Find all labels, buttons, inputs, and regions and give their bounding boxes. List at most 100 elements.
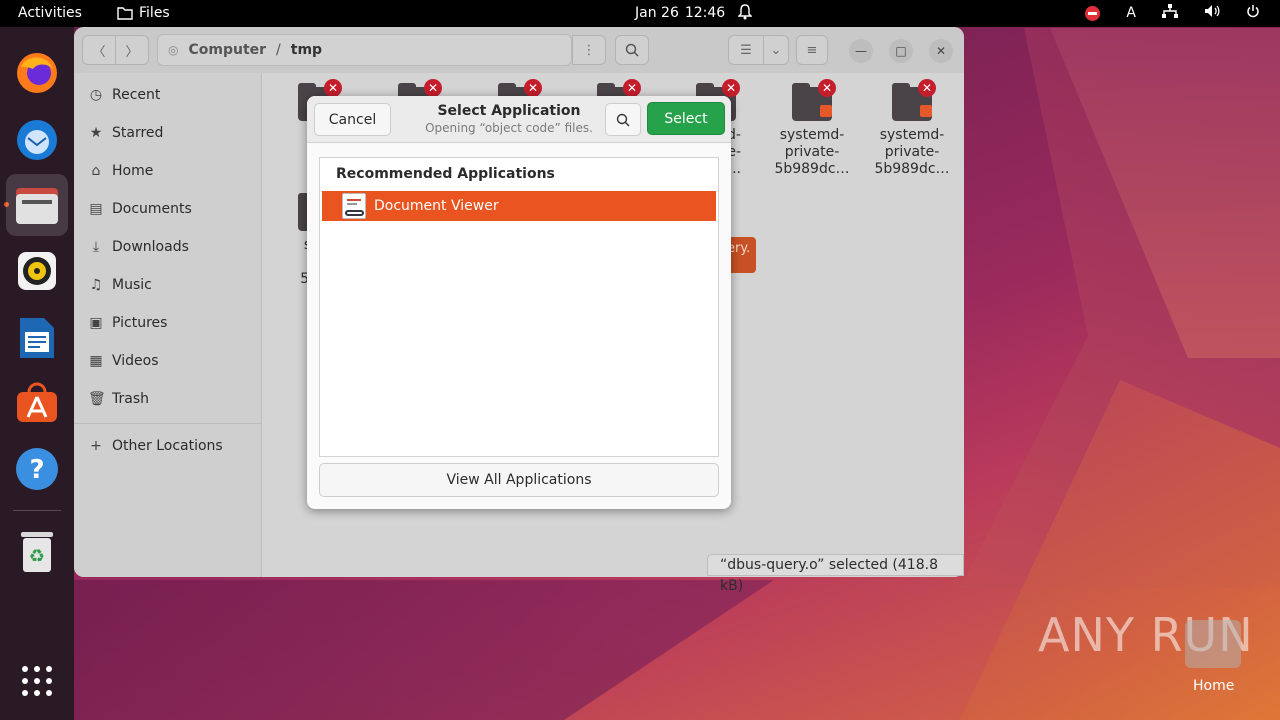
app-name: Document Viewer	[374, 198, 499, 214]
dialog-title: Select Application	[437, 103, 581, 119]
show-apps-icon[interactable]	[13, 657, 61, 705]
sidebar-item-pictures[interactable]: ▣ Pictures	[88, 315, 167, 331]
rhythmbox-icon[interactable]	[13, 247, 61, 295]
sidebar-item-starred[interactable]: ★ Starred	[88, 125, 164, 141]
files-header-bar: 〈 〉 ◎ Computer / tmp ⋮ ☰ ⌄ ≡ — □ ✕	[74, 27, 964, 73]
kebab-menu-icon: ⋮	[582, 42, 596, 58]
search-button[interactable]	[615, 35, 649, 65]
sidebar-item-label: Documents	[112, 201, 192, 217]
app-name: Files	[139, 5, 170, 21]
maximize-button[interactable]: □	[889, 39, 913, 63]
file-name: private-	[784, 144, 840, 160]
view-options-button[interactable]: ⌄	[763, 35, 789, 65]
minimize-button[interactable]: —	[849, 39, 873, 63]
file-item[interactable]: ✕ systemd- private- 5b989dc…	[767, 79, 857, 178]
maximize-icon: □	[895, 44, 907, 58]
disk-icon: ◎	[168, 43, 179, 57]
dock-separator	[13, 510, 61, 511]
path-segment-computer[interactable]: Computer	[188, 42, 266, 58]
help-icon[interactable]: ?	[13, 445, 61, 493]
picture-icon: ▣	[89, 315, 103, 331]
download-icon: ⤓	[92, 239, 100, 255]
home-folder-desktop-icon[interactable]	[1185, 620, 1241, 668]
sidebar-item-label: Videos	[112, 353, 159, 369]
svg-text:?: ?	[29, 455, 44, 485]
libreoffice-writer-icon[interactable]	[13, 314, 61, 362]
sidebar-separator	[74, 423, 262, 424]
close-icon: ✕	[935, 44, 947, 58]
trash-icon[interactable]: ♻	[13, 527, 61, 575]
path-separator: /	[276, 42, 281, 58]
sidebar-item-trash[interactable]: 🗑 Trash	[88, 391, 149, 407]
file-item[interactable]: ✕ systemd- private- 5b989dc…	[867, 79, 957, 178]
file-name: systemd-	[879, 127, 945, 143]
app-row-document-viewer[interactable]: Document Viewer	[322, 191, 716, 221]
select-button[interactable]: Select	[647, 102, 725, 135]
clock-time: 12:46	[684, 5, 726, 21]
system-tray[interactable]: A	[1085, 4, 1260, 22]
places-sidebar: ◷ Recent ★ Starred ⌂ Home ▤ Documents ⤓ Downl…	[74, 73, 262, 577]
minimize-icon: —	[855, 44, 867, 58]
sidebar-item-label: Other Locations	[112, 438, 223, 454]
volume-icon	[1204, 4, 1220, 22]
sidebar-item-videos[interactable]: ▦ Videos	[88, 353, 159, 369]
firefox-icon[interactable]	[13, 49, 61, 97]
sidebar-item-recent[interactable]: ◷ Recent	[88, 87, 161, 103]
clock[interactable]: Jan 26 12:46	[635, 5, 725, 21]
forward-button[interactable]: 〉	[115, 35, 149, 65]
search-icon	[616, 113, 630, 126]
chevron-down-icon: ⌄	[770, 42, 782, 58]
view-all-applications-button[interactable]: View All Applications	[319, 463, 719, 497]
list-view-icon: ☰	[740, 42, 752, 58]
sidebar-item-downloads[interactable]: ⤓ Downloads	[88, 239, 189, 255]
sidebar-item-label: Downloads	[112, 239, 189, 255]
folder-icon	[117, 7, 133, 20]
search-button[interactable]	[605, 103, 641, 136]
sidebar-item-label: Trash	[112, 391, 149, 407]
back-button[interactable]: 〈	[82, 35, 116, 65]
keyboard-layout-indicator[interactable]: A	[1126, 5, 1136, 21]
network-icon	[1162, 4, 1178, 22]
sidebar-item-label: Music	[112, 277, 152, 293]
sidebar-item-music[interactable]: ♫ Music	[88, 277, 152, 293]
files-icon[interactable]	[6, 174, 68, 236]
wallpaper-shape	[74, 580, 774, 720]
locked-folder-icon: ✕	[892, 79, 936, 121]
path-segment-tmp[interactable]: tmp	[291, 42, 322, 58]
view-list-button[interactable]: ☰	[728, 35, 764, 65]
dock: ? ♻	[0, 27, 74, 720]
app-center-icon[interactable]	[13, 378, 61, 426]
search-icon	[625, 43, 639, 57]
file-name: 5b989dc…	[874, 161, 950, 177]
home-icon: ⌂	[91, 163, 101, 179]
path-menu-button[interactable]: ⋮	[572, 35, 606, 65]
document-viewer-icon	[342, 193, 366, 219]
clock-icon: ◷	[89, 87, 103, 103]
top-bar: Activities Files Jan 26 12:46 A	[0, 0, 1280, 27]
sidebar-item-other-locations[interactable]: + Other Locations	[88, 438, 223, 454]
video-icon: ▦	[89, 353, 103, 369]
path-bar[interactable]: ◎ Computer / tmp	[157, 34, 572, 66]
sidebar-item-home[interactable]: ⌂ Home	[88, 163, 154, 179]
do-not-disturb-icon	[1085, 5, 1101, 21]
svg-text:♻: ♻	[29, 546, 45, 567]
file-name: 5b989dc…	[774, 161, 850, 177]
activities-button[interactable]: Activities	[18, 5, 82, 21]
app-menu[interactable]: Files	[117, 5, 170, 21]
dialog-header: Cancel Select Application Opening “objec…	[307, 96, 731, 143]
chevron-left-icon: 〈	[92, 44, 106, 60]
thunderbird-icon[interactable]	[13, 115, 61, 163]
cancel-button[interactable]: Cancel	[314, 103, 391, 136]
hamburger-icon: ≡	[806, 42, 818, 58]
sidebar-item-label: Recent	[112, 87, 161, 103]
main-menu-button[interactable]: ≡	[796, 35, 828, 65]
file-name: systemd-	[779, 127, 845, 143]
close-button[interactable]: ✕	[929, 39, 953, 63]
desktop-icon-label: Home	[1193, 678, 1235, 694]
application-list: Recommended Applications Document Viewer	[319, 157, 719, 457]
sidebar-item-documents[interactable]: ▤ Documents	[88, 201, 192, 217]
document-icon: ▤	[89, 201, 103, 217]
chevron-right-icon: 〉	[125, 44, 139, 60]
sidebar-item-label: Starred	[112, 125, 164, 141]
bell-icon	[737, 4, 753, 24]
